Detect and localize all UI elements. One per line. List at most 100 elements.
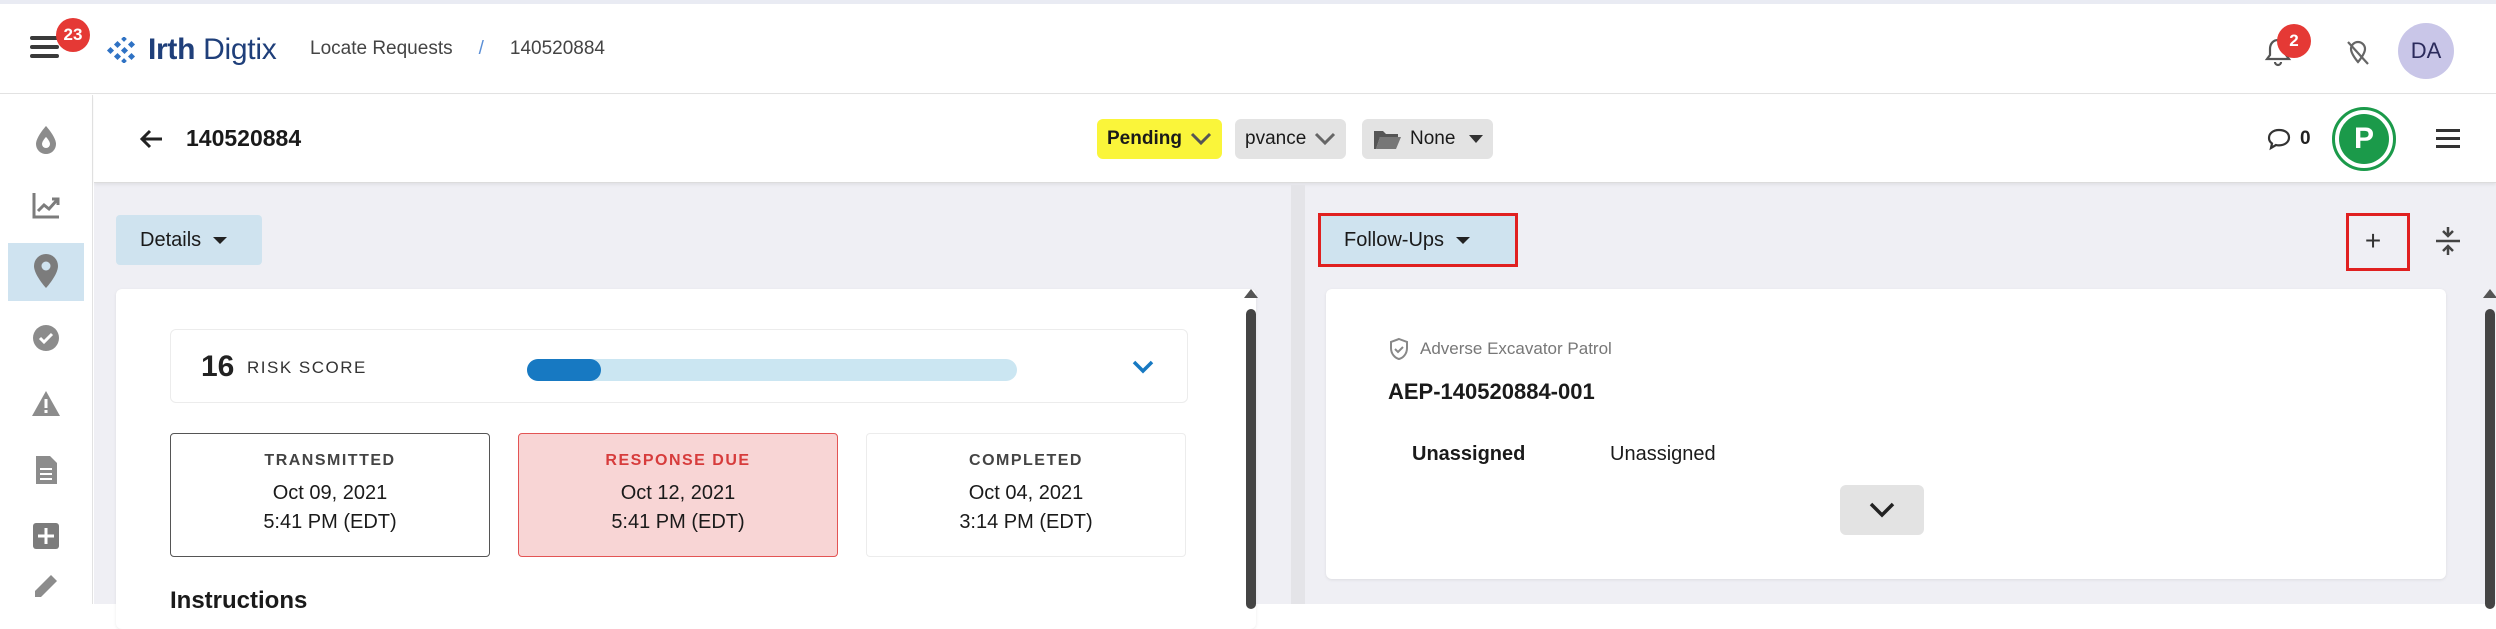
folder-open-icon — [1374, 131, 1401, 149]
menu-bar — [30, 45, 59, 49]
chart-icon — [32, 193, 60, 219]
follow-ups-scrollbar[interactable] — [2482, 289, 2496, 609]
date-label: COMPLETED — [969, 452, 1083, 469]
back-button[interactable] — [136, 123, 168, 155]
comment-icon — [2267, 128, 2291, 151]
comment-count: 0 — [2300, 128, 2311, 149]
status-label: Pending — [1107, 128, 1182, 149]
time-value: 5:41 PM (EDT) — [611, 511, 745, 533]
scroll-up-arrow[interactable] — [1244, 289, 1258, 298]
comments-button[interactable]: 0 — [2266, 127, 2311, 151]
follow-up-card: Adverse Excavator Patrol AEP-140520884-0… — [1326, 289, 2446, 579]
warning-icon — [32, 391, 60, 416]
pen-icon — [35, 575, 57, 597]
menu-bar — [2436, 145, 2460, 148]
risk-score-label: RISK SCORE — [247, 358, 367, 377]
breadcrumb-current: 140520884 — [509, 38, 605, 59]
sidebar-item-add[interactable] — [8, 507, 84, 565]
scroll-thumb[interactable] — [1246, 309, 1256, 609]
risk-score-panel[interactable]: 16 RISK SCORE — [170, 329, 1188, 403]
top-bar: 23 Irth Digtix Locate Requests / 1405208… — [0, 4, 2496, 94]
sidebar-item-edit[interactable] — [8, 573, 84, 603]
chevron-down-icon — [1132, 360, 1154, 374]
date-value: Oct 12, 2021 — [620, 482, 736, 504]
menu-bar — [30, 54, 59, 58]
menu-bar — [2436, 137, 2460, 140]
risk-score-value: 16 — [201, 350, 235, 383]
details-dropdown-label: Details — [140, 228, 202, 251]
shield-check-icon — [1390, 337, 1408, 361]
date-value: Oct 04, 2021 — [968, 482, 1084, 504]
time-value: 5:41 PM (EDT) — [263, 511, 397, 533]
page-title: 140520884 — [186, 125, 302, 151]
collapse-vertical-icon — [2436, 227, 2460, 255]
follow-up-assignee: Unassigned — [1412, 443, 1526, 465]
highlight-box — [2346, 213, 2410, 271]
scroll-thumb[interactable] — [2485, 309, 2495, 609]
location-off-icon — [2347, 40, 2369, 65]
sidebar-item-alerts[interactable] — [8, 375, 84, 433]
location-off-button[interactable] — [2338, 32, 2378, 72]
pane-divider[interactable] — [1291, 185, 1305, 604]
sidebar-item-locates[interactable] — [8, 243, 84, 301]
assignee-label: pvance — [1245, 128, 1307, 149]
follow-up-type-label: Adverse Excavator Patrol — [1420, 339, 1612, 358]
sidebar-item-completed[interactable] — [8, 309, 84, 367]
caret-down-icon — [213, 236, 228, 244]
chevron-down-icon — [1869, 502, 1895, 518]
folder-dropdown[interactable]: None — [1362, 119, 1494, 159]
risk-expand-button[interactable] — [1129, 354, 1157, 378]
completed-date-card: COMPLETED Oct 04, 2021 3:14 PM (EDT) — [866, 433, 1186, 557]
details-pane: Details 16 RISK SCORE TRANSMITTED Oct 09… — [94, 185, 1291, 629]
status-dropdown[interactable]: Pending — [1097, 119, 1222, 159]
collapse-expand-button[interactable] — [2432, 225, 2464, 257]
details-scrollbar[interactable] — [1243, 289, 1258, 609]
follow-up-type: Adverse Excavator Patrol — [1388, 337, 1612, 361]
menu-bar — [2436, 129, 2460, 132]
chevron-down-icon — [1315, 132, 1336, 146]
menu-bar — [30, 36, 59, 40]
document-icon — [36, 456, 57, 484]
folder-label: None — [1410, 128, 1456, 149]
date-label: TRANSMITTED — [264, 452, 396, 469]
sidebar — [0, 95, 93, 604]
profile-letter: P — [2339, 114, 2389, 164]
request-header: 140520884 Pending pvance None 0 P — [94, 95, 2496, 183]
main-content: 140520884 Pending pvance None 0 P Detail… — [94, 95, 2496, 629]
map-pin-icon — [34, 254, 58, 288]
details-card: 16 RISK SCORE TRANSMITTED Oct 09, 2021 5… — [116, 289, 1256, 629]
follow-up-assignee-secondary: Unassigned — [1610, 443, 1716, 465]
risk-score-bar — [527, 359, 1017, 381]
more-menu-button[interactable] — [2436, 125, 2466, 153]
caret-down-icon — [1469, 135, 1484, 143]
sidebar-item-drop[interactable] — [8, 111, 84, 169]
check-circle-icon — [33, 325, 59, 351]
breadcrumb: Locate Requests / 140520884 — [310, 38, 605, 60]
profile-status-avatar[interactable]: P — [2332, 107, 2396, 171]
time-value: 3:14 PM (EDT) — [959, 511, 1093, 533]
breadcrumb-locate-requests[interactable]: Locate Requests — [310, 38, 453, 60]
date-label: RESPONSE DUE — [605, 452, 751, 469]
drop-icon — [36, 126, 56, 154]
chevron-down-icon — [1190, 132, 1212, 146]
sidebar-item-analytics[interactable] — [8, 177, 84, 235]
date-value: Oct 09, 2021 — [272, 482, 388, 504]
instructions-heading: Instructions — [170, 587, 308, 614]
user-avatar[interactable]: DA — [2398, 23, 2454, 79]
highlight-box — [1318, 213, 1518, 267]
details-dropdown[interactable]: Details — [116, 215, 262, 265]
assignee-dropdown[interactable]: pvance — [1235, 119, 1347, 159]
risk-score-fill — [527, 359, 601, 381]
breadcrumb-separator: / — [478, 38, 484, 59]
expand-follow-up-button[interactable] — [1840, 485, 1924, 535]
response-due-date-card: RESPONSE DUE Oct 12, 2021 5:41 PM (EDT) — [518, 433, 838, 557]
transmitted-date-card: TRANSMITTED Oct 09, 2021 5:41 PM (EDT) — [170, 433, 490, 557]
notification-badge: 2 — [2277, 24, 2311, 58]
scroll-up-arrow[interactable] — [2483, 289, 2496, 298]
sidebar-item-documents[interactable] — [8, 441, 84, 499]
follow-ups-pane: Follow-Ups + Adverse Excavator Patrol AE… — [1304, 185, 2496, 609]
plus-box-icon — [33, 523, 59, 549]
follow-up-id[interactable]: AEP-140520884-001 — [1388, 379, 1595, 405]
app-logo[interactable]: Irth Digtix — [106, 32, 277, 68]
menu-badge: 23 — [56, 18, 90, 52]
